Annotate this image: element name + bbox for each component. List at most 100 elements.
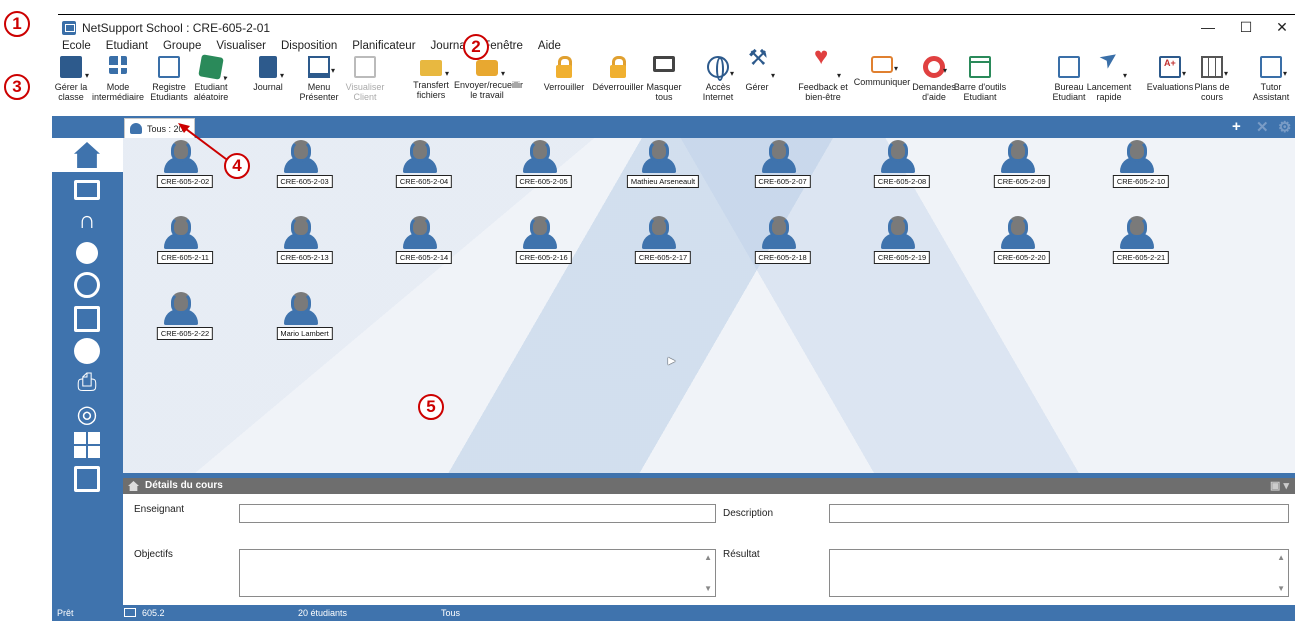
close-button[interactable]: ✕: [1272, 19, 1292, 36]
student-name: CRE-605-2-20: [993, 251, 1050, 264]
student-avatar-icon: [171, 216, 191, 238]
pie-chart-icon[interactable]: [74, 338, 100, 364]
menu-visualiser[interactable]: Visualiser: [212, 40, 268, 54]
close-tab-icon[interactable]: ✕: [1256, 118, 1269, 136]
student-tile[interactable]: CRE-605-2-11: [145, 216, 225, 264]
student-avatar-icon: [410, 216, 430, 238]
result-label: Résultat: [723, 549, 760, 560]
scroll-up-icon[interactable]: ▲: [704, 553, 712, 562]
monitor-icon[interactable]: [74, 180, 100, 200]
student-tile[interactable]: Mathieu Arseneault: [623, 140, 703, 188]
mouse-cursor-icon: ▸: [668, 352, 676, 369]
description-label: Description: [723, 508, 774, 519]
student-tile[interactable]: CRE-605-2-03: [265, 140, 345, 188]
student-tile[interactable]: CRE-605-2-05: [504, 140, 584, 188]
group-icon: [130, 123, 142, 134]
journal-icon: [259, 56, 284, 81]
student-tile[interactable]: CRE-605-2-02: [145, 140, 225, 188]
user-disc-icon[interactable]: ◎: [74, 402, 100, 428]
student-toolbar-button[interactable]: Barre d'outils Etudiant: [952, 54, 1008, 102]
maximize-button[interactable]: ☐: [1236, 19, 1256, 36]
menu-ecole[interactable]: Ecole: [58, 40, 93, 54]
view-client-button[interactable]: Visualiser Client: [344, 54, 386, 102]
settings-icon[interactable]: ⚙: [1278, 118, 1291, 136]
blank-all-button[interactable]: Masquer tous: [644, 54, 684, 102]
student-register-button[interactable]: Registre Etudiants: [146, 54, 192, 102]
menu-etudiant[interactable]: Etudiant: [102, 40, 150, 54]
student-tile[interactable]: CRE-605-2-09: [982, 140, 1062, 188]
scroll-down-icon[interactable]: ▼: [704, 584, 712, 593]
scroll-down-icon[interactable]: ▼: [1277, 584, 1285, 593]
classroom-view[interactable]: CRE-605-2-02 CRE-605-2-03 CRE-605-2-04 CRE-…: [123, 138, 1295, 473]
easel-icon[interactable]: [74, 466, 100, 492]
student-tile[interactable]: CRE-605-2-22: [145, 292, 225, 340]
brain-icon[interactable]: [76, 242, 98, 264]
menu-groupe[interactable]: Groupe: [159, 40, 203, 54]
student-tile[interactable]: CRE-605-2-04: [384, 140, 464, 188]
objectives-field[interactable]: ▲ ▼: [239, 549, 716, 597]
help-requests-button[interactable]: Demandesd'aide: [912, 54, 956, 102]
manage-class-button[interactable]: Gérer laclasse: [52, 54, 90, 102]
unlock-button[interactable]: Déverrouiller: [588, 54, 648, 92]
random-student-button[interactable]: Etudiantaléatoire: [190, 54, 232, 102]
present-menu-button[interactable]: MenuPrésenter: [298, 54, 340, 102]
printer-icon[interactable]: ⎙: [74, 370, 100, 396]
lesson-plans-button[interactable]: Plans decours: [1192, 54, 1232, 102]
student-tile[interactable]: CRE-605-2-18: [743, 216, 823, 264]
lock-button[interactable]: Verrouiller: [540, 54, 588, 92]
student-tile[interactable]: CRE-605-2-14: [384, 216, 464, 264]
teacher-field[interactable]: [239, 504, 716, 523]
objectives-label: Objectifs: [134, 549, 173, 560]
internet-access-button[interactable]: AccèsInternet: [698, 54, 738, 102]
student-desktop-button[interactable]: Bureau Etudiant: [1048, 54, 1090, 102]
student-tile[interactable]: CRE-605-2-19: [862, 216, 942, 264]
student-name: CRE-605-2-10: [1112, 175, 1170, 188]
student-name: CRE-605-2-14: [395, 251, 453, 264]
menu-disposition[interactable]: Disposition: [277, 40, 339, 54]
file-transfer-button[interactable]: Transfertfichiers: [410, 54, 452, 100]
student-tile[interactable]: CRE-605-2-16: [504, 216, 584, 264]
student-desktop-icon: [1058, 56, 1080, 78]
status-bar: Prêt 605.2 20 étudiants Tous: [52, 605, 1295, 621]
tab-all-students[interactable]: Tous : 20: [124, 118, 195, 138]
evaluations-button[interactable]: Evaluations: [1146, 54, 1194, 92]
intermediate-mode-button[interactable]: Mode intermédiaire: [92, 54, 144, 102]
quick-launch-button[interactable]: Lancementrapide: [1086, 54, 1132, 102]
description-field[interactable]: [829, 504, 1289, 523]
student-tile[interactable]: CRE-605-2-21: [1101, 216, 1181, 264]
add-tab-icon[interactable]: +: [1232, 118, 1241, 135]
send-collect-icon: [476, 60, 505, 79]
manage-button[interactable]: Gérer: [738, 53, 776, 92]
save-icon[interactable]: ▣: [1270, 480, 1280, 492]
keyboard-icon[interactable]: [74, 432, 100, 458]
result-field[interactable]: ▲ ▼: [829, 549, 1289, 597]
status-room: 605.2: [142, 608, 165, 618]
menu-aide[interactable]: Aide: [534, 40, 563, 54]
student-avatar-icon: [171, 292, 191, 314]
collapse-icon[interactable]: ▾: [1283, 480, 1289, 492]
quick-launch-icon: [1098, 56, 1127, 81]
layout-icon[interactable]: [74, 306, 100, 332]
present-icon: [308, 56, 335, 78]
student-avatar-icon: [768, 140, 789, 162]
headphones-icon[interactable]: ∩: [74, 208, 100, 234]
student-name: CRE-605-2-16: [515, 251, 572, 264]
student-avatar-icon: [1127, 140, 1147, 162]
student-tile[interactable]: CRE-605-2-07: [743, 140, 823, 188]
journal-button[interactable]: Journal: [248, 54, 288, 92]
student-tile[interactable]: Mario Lambert: [265, 292, 345, 340]
student-tile[interactable]: CRE-605-2-17: [623, 216, 703, 264]
communicate-button[interactable]: Communiquer: [852, 54, 912, 87]
menu-planificateur[interactable]: Planificateur: [348, 40, 417, 54]
student-tile[interactable]: CRE-605-2-20: [982, 216, 1062, 264]
status-count: 20 étudiants: [298, 608, 348, 618]
student-tile[interactable]: CRE-605-2-08: [862, 140, 942, 188]
send-collect-work-button[interactable]: Envoyer/recueillirle travail: [454, 54, 523, 100]
scroll-up-icon[interactable]: ▲: [1277, 553, 1285, 562]
student-tile[interactable]: CRE-605-2-13: [265, 216, 345, 264]
feedback-wellbeing-button[interactable]: Feedback etbien-être: [796, 52, 850, 102]
minimize-button[interactable]: —: [1198, 19, 1218, 35]
student-tile[interactable]: CRE-605-2-10: [1101, 140, 1181, 188]
globe-icon[interactable]: [74, 272, 100, 298]
tutor-assistant-button[interactable]: TutorAssistant: [1248, 54, 1294, 102]
